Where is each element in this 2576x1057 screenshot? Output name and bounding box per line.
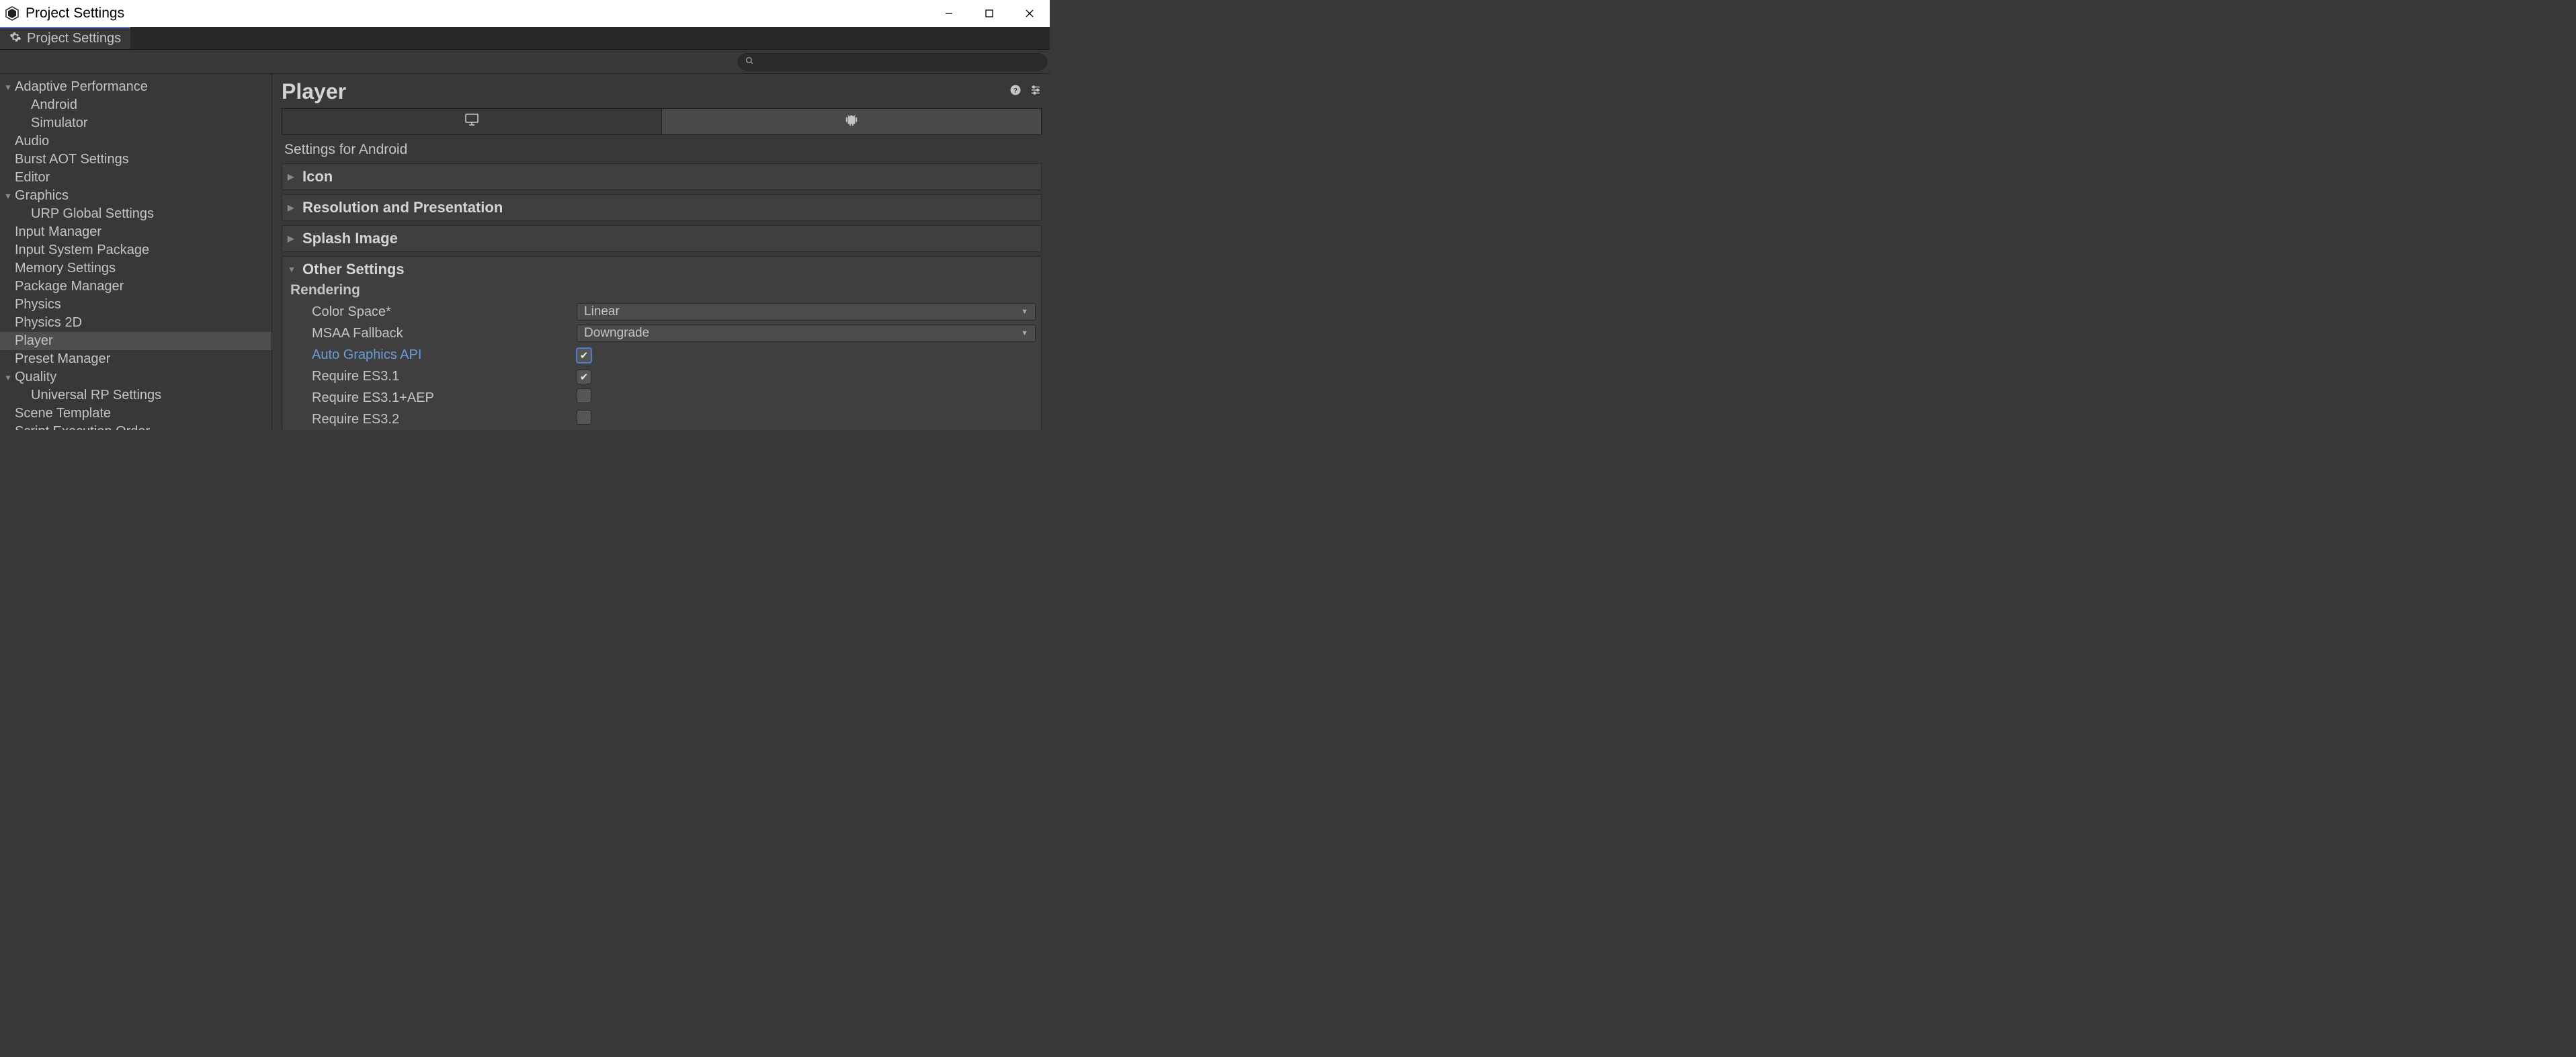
- sidebar-item-label: Scene Template: [15, 406, 111, 421]
- label-msaa-fallback: MSAA Fallback: [288, 326, 577, 341]
- tab-label: Project Settings: [27, 31, 121, 46]
- sidebar-item-physics-2d[interactable]: Physics 2D: [0, 314, 272, 332]
- sidebar-item-android[interactable]: Android: [0, 96, 272, 114]
- chevron-right-icon: ▶: [288, 234, 297, 243]
- checkbox-require-es31[interactable]: ✔: [577, 370, 591, 384]
- sidebar-item-label: Android: [31, 97, 77, 113]
- chevron-right-icon: ▶: [288, 172, 297, 181]
- search-icon: [745, 56, 754, 67]
- settings-content: Player ? Settings: [272, 74, 1050, 430]
- sidebar-item-input-manager[interactable]: Input Manager: [0, 223, 272, 241]
- sidebar-item-label: Memory Settings: [15, 261, 116, 276]
- section-rendering: Rendering: [290, 282, 1036, 298]
- search-bar: [0, 50, 1050, 74]
- sidebar-item-script-execution-order[interactable]: Script Execution Order: [0, 423, 272, 430]
- sidebar-item-label: URP Global Settings: [31, 206, 154, 222]
- sidebar-item-adaptive-performance[interactable]: ▼Adaptive Performance: [0, 78, 272, 96]
- android-icon: [844, 112, 859, 131]
- dropdown-value: Linear: [584, 304, 620, 319]
- dropdown-value: Downgrade: [584, 326, 649, 341]
- sidebar-item-label: Preset Manager: [15, 351, 110, 367]
- sidebar-item-label: Player: [15, 333, 53, 349]
- svg-text:?: ?: [1013, 87, 1017, 95]
- gear-icon: [9, 31, 22, 46]
- foldout-label: Other Settings: [302, 261, 405, 278]
- dropdown-msaa-fallback[interactable]: Downgrade ▼: [577, 325, 1036, 342]
- window-title: Project Settings: [26, 5, 124, 22]
- minimize-button[interactable]: [929, 0, 969, 27]
- sidebar-item-burst-aot-settings[interactable]: Burst AOT Settings: [0, 151, 272, 169]
- sidebar-item-memory-settings[interactable]: Memory Settings: [0, 259, 272, 278]
- label-auto-graphics-api: Auto Graphics API: [288, 347, 577, 363]
- sidebar-item-physics[interactable]: Physics: [0, 296, 272, 314]
- sidebar-item-label: Audio: [15, 134, 49, 149]
- sidebar-item-label: Burst AOT Settings: [15, 152, 129, 167]
- monitor-icon: [464, 112, 480, 132]
- unity-logo-icon: [4, 5, 20, 22]
- sidebar-item-label: Simulator: [31, 116, 87, 131]
- foldout-resolution[interactable]: ▶ Resolution and Presentation: [282, 194, 1042, 221]
- platform-subtitle: Settings for Android: [284, 142, 1042, 158]
- label-color-space: Color Space*: [288, 304, 577, 320]
- sidebar-item-quality[interactable]: ▼Quality: [0, 368, 272, 386]
- window-titlebar: Project Settings: [0, 0, 1050, 27]
- sidebar-item-editor[interactable]: Editor: [0, 169, 272, 187]
- sidebar-item-graphics[interactable]: ▼Graphics: [0, 187, 272, 205]
- foldout-label: Icon: [302, 168, 333, 185]
- chevron-down-icon: ▼: [1021, 329, 1028, 337]
- chevron-down-icon: ▼: [4, 373, 15, 382]
- close-button[interactable]: [1009, 0, 1050, 27]
- sidebar-item-label: Universal RP Settings: [31, 388, 161, 403]
- chevron-down-icon: ▼: [4, 192, 15, 201]
- search-input[interactable]: [738, 53, 1047, 71]
- chevron-down-icon: ▼: [4, 83, 15, 92]
- tab-project-settings[interactable]: Project Settings: [0, 27, 130, 49]
- foldout-label: Splash Image: [302, 230, 398, 247]
- checkbox-require-es32[interactable]: [577, 410, 591, 425]
- page-title: Player: [282, 79, 346, 104]
- maximize-button[interactable]: [969, 0, 1009, 27]
- chevron-right-icon: ▶: [288, 203, 297, 212]
- tab-bar: Project Settings: [0, 27, 1050, 50]
- sidebar-item-label: Package Manager: [15, 279, 124, 294]
- sidebar-item-label: Graphics: [15, 188, 69, 204]
- sidebar-item-player[interactable]: Player: [0, 332, 272, 350]
- sidebar-item-package-manager[interactable]: Package Manager: [0, 278, 272, 296]
- foldout-label: Resolution and Presentation: [302, 199, 503, 216]
- help-icon[interactable]: ?: [1009, 84, 1022, 99]
- sidebar-item-scene-template[interactable]: Scene Template: [0, 405, 272, 423]
- platform-tab-android[interactable]: [662, 109, 1041, 134]
- sidebar-item-preset-manager[interactable]: Preset Manager: [0, 350, 272, 368]
- sidebar-item-label: Quality: [15, 370, 56, 385]
- sidebar-item-input-system-package[interactable]: Input System Package: [0, 241, 272, 259]
- window-controls: [929, 0, 1050, 27]
- foldout-other-settings[interactable]: ▼ Other Settings Rendering Color Space* L…: [282, 256, 1042, 430]
- sidebar-item-label: Script Execution Order: [15, 424, 150, 430]
- label-require-es32: Require ES3.2: [288, 412, 577, 427]
- platform-tabs: [282, 108, 1042, 135]
- checkbox-require-es31aep[interactable]: [577, 388, 591, 403]
- sidebar-item-label: Adaptive Performance: [15, 79, 148, 95]
- sidebar-item-label: Physics 2D: [15, 315, 82, 331]
- foldout-icon[interactable]: ▶ Icon: [282, 163, 1042, 190]
- sidebar-item-label: Input System Package: [15, 243, 149, 258]
- dropdown-color-space[interactable]: Linear ▼: [577, 303, 1036, 321]
- sidebar-item-label: Editor: [15, 170, 50, 185]
- settings-sidebar: ▼Adaptive PerformanceAndroidSimulatorAud…: [0, 74, 272, 430]
- chevron-down-icon: ▼: [1021, 308, 1028, 316]
- sidebar-item-simulator[interactable]: Simulator: [0, 114, 272, 132]
- platform-tab-standalone[interactable]: [282, 109, 662, 134]
- sidebar-item-audio[interactable]: Audio: [0, 132, 272, 151]
- preset-icon[interactable]: [1030, 84, 1042, 99]
- sidebar-item-label: Input Manager: [15, 224, 101, 240]
- sidebar-item-label: Physics: [15, 297, 61, 312]
- foldout-splash[interactable]: ▶ Splash Image: [282, 225, 1042, 252]
- sidebar-item-urp-global-settings[interactable]: URP Global Settings: [0, 205, 272, 223]
- label-require-es31aep: Require ES3.1+AEP: [288, 390, 577, 406]
- chevron-down-icon: ▼: [288, 265, 297, 274]
- sidebar-item-universal-rp-settings[interactable]: Universal RP Settings: [0, 386, 272, 405]
- checkbox-auto-graphics-api[interactable]: ✔: [577, 348, 591, 363]
- label-require-es31: Require ES3.1: [288, 369, 577, 384]
